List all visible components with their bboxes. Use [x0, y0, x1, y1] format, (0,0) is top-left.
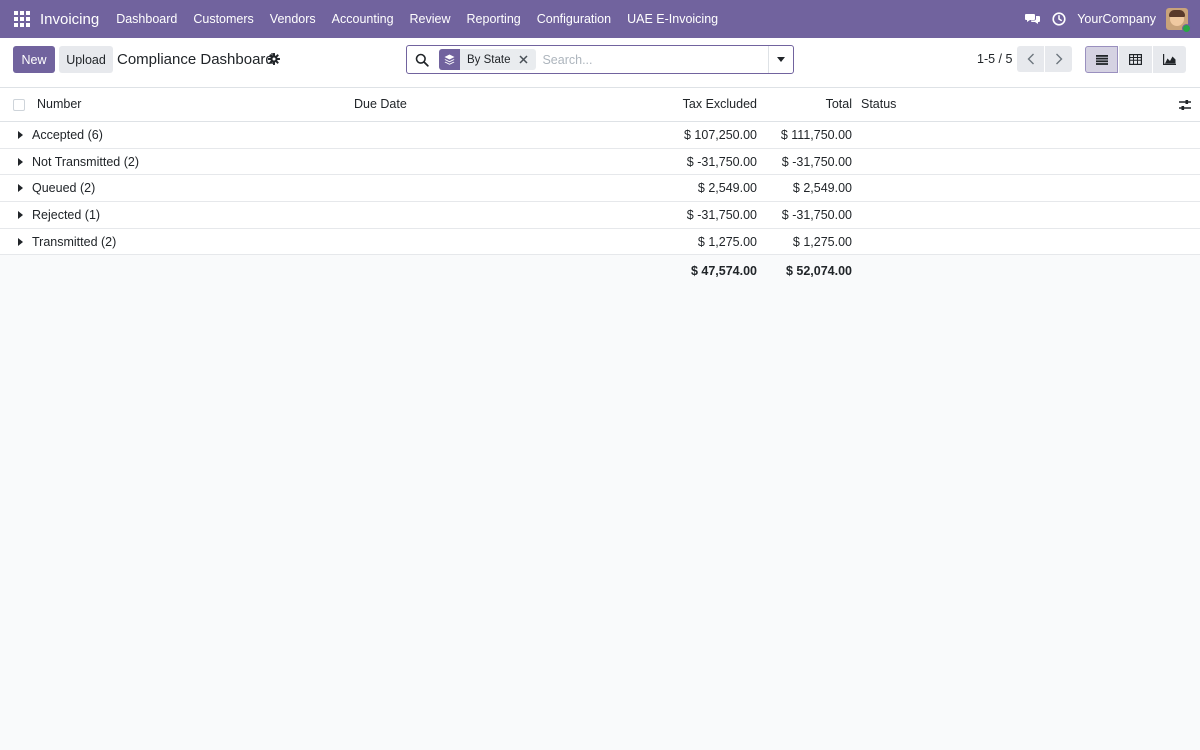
menu-vendors[interactable]: Vendors [262, 12, 324, 26]
group-row-not-transmitted[interactable]: Not Transmitted (2) $ -31,750.00 $ -31,7… [0, 148, 1200, 176]
caret-right-icon [18, 211, 23, 220]
group-label: Not Transmitted (2) [32, 154, 139, 169]
menu-dashboard[interactable]: Dashboard [108, 12, 185, 26]
online-status-dot [1182, 24, 1191, 33]
footer-grand-total: $ 52,074.00 [785, 264, 852, 279]
caret-right-icon [18, 131, 23, 139]
search-facet-label: By State [467, 53, 511, 66]
control-panel: New Upload Compliance Dashboard By State… [0, 38, 1200, 88]
chat-icon[interactable] [1025, 11, 1041, 27]
list-view-button[interactable] [1085, 46, 1118, 73]
menu-configuration[interactable]: Configuration [529, 12, 619, 26]
group-total: $ -31,750.00 [781, 154, 852, 169]
user-avatar[interactable] [1166, 8, 1191, 33]
top-navbar: Invoicing Dashboard Customers Vendors Ac… [0, 0, 1200, 38]
menu-review[interactable]: Review [402, 12, 459, 26]
pager-next-button[interactable] [1045, 46, 1072, 72]
pivot-view-button[interactable] [1119, 46, 1152, 73]
group-total: $ 1,275.00 [792, 234, 852, 249]
group-tax-excluded: $ -31,750.00 [686, 208, 757, 223]
footer-tax-excluded-total: $ 47,574.00 [690, 264, 757, 279]
new-button[interactable]: New [13, 46, 55, 73]
gear-icon[interactable] [268, 53, 280, 65]
area-chart-icon [1163, 54, 1176, 65]
menu-reporting[interactable]: Reporting [459, 12, 529, 26]
caret-right-icon [18, 184, 23, 193]
group-row-accepted[interactable]: Accepted (6) $ 107,250.00 $ 111,750.00 [0, 122, 1200, 149]
group-total: $ 111,750.00 [780, 128, 852, 142]
app-brand[interactable]: Invoicing [40, 11, 99, 28]
search-options-toggle[interactable] [768, 46, 793, 73]
search-icon[interactable] [415, 53, 429, 67]
group-label: Accepted (6) [32, 128, 103, 142]
search-bar: By State [406, 45, 794, 74]
caret-down-icon [777, 57, 785, 62]
select-all-checkbox[interactable] [13, 99, 25, 111]
menu-uae-e-invoicing[interactable]: UAE E-Invoicing [619, 12, 726, 26]
group-total: $ 2,549.00 [792, 181, 852, 196]
group-tax-excluded: $ 107,250.00 [684, 128, 757, 142]
search-facet-group-by: By State [439, 49, 537, 70]
page-title: Compliance Dashboard [117, 51, 274, 68]
chevron-left-icon [1027, 53, 1034, 65]
clock-icon[interactable] [1051, 11, 1067, 27]
navbar-systray: YourCompany [1015, 0, 1191, 38]
graph-view-button[interactable] [1153, 46, 1186, 73]
pager-previous-button[interactable] [1017, 46, 1044, 72]
group-tax-excluded: $ 1,275.00 [697, 234, 757, 249]
group-row-queued[interactable]: Queued (2) $ 2,549.00 $ 2,549.00 [0, 175, 1200, 203]
search-input[interactable] [542, 52, 771, 67]
chevron-right-icon [1055, 53, 1062, 65]
menu-customers[interactable]: Customers [185, 12, 261, 26]
group-tax-excluded: $ -31,750.00 [686, 154, 757, 169]
column-header-total[interactable]: Total [826, 97, 852, 111]
menu-accounting[interactable]: Accounting [324, 12, 402, 26]
group-label: Rejected (1) [32, 208, 101, 223]
column-header-due-date[interactable]: Due Date [354, 97, 407, 111]
group-label: Queued (2) [32, 181, 96, 196]
optional-columns-icon[interactable] [1178, 98, 1192, 112]
table-icon [1129, 54, 1142, 65]
table-header: Number Due Date Tax Excluded Total Statu… [0, 88, 1200, 122]
pager-value[interactable]: 1-5 / 5 [977, 52, 1012, 66]
company-switcher[interactable]: YourCompany [1077, 12, 1156, 26]
group-tax-excluded: $ 2,549.00 [697, 181, 757, 196]
group-total: $ -31,750.00 [781, 208, 852, 223]
apps-menu-icon[interactable] [14, 11, 30, 27]
caret-right-icon [18, 157, 23, 166]
caret-right-icon [18, 237, 23, 246]
upload-button[interactable]: Upload [59, 46, 113, 73]
table-footer-totals: $ 47,574.00 $ 52,074.00 [0, 255, 1200, 288]
group-row-transmitted[interactable]: Transmitted (2) $ 1,275.00 $ 1,275.00 [0, 228, 1200, 256]
group-label: Transmitted (2) [32, 234, 117, 249]
close-icon[interactable] [516, 53, 530, 67]
list-table: Number Due Date Tax Excluded Total Statu… [0, 88, 1200, 288]
group-row-rejected[interactable]: Rejected (1) $ -31,750.00 $ -31,750.00 [0, 202, 1200, 229]
layers-icon [439, 49, 460, 70]
column-header-status[interactable]: Status [861, 97, 896, 111]
list-icon [1095, 54, 1108, 65]
column-header-tax-excluded[interactable]: Tax Excluded [683, 97, 757, 111]
column-header-number[interactable]: Number [37, 97, 81, 111]
